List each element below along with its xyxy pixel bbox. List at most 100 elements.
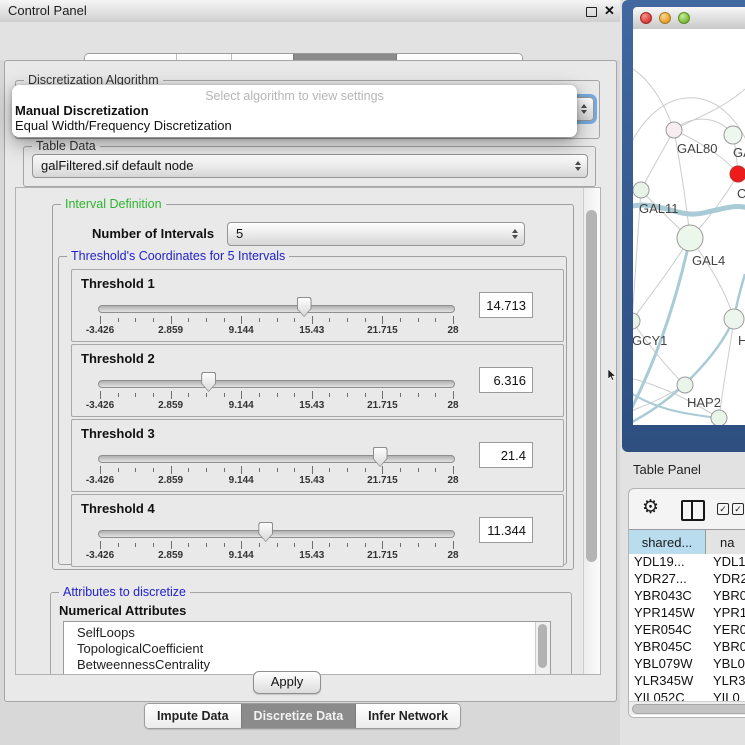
tab-label: Discretize Data [254, 709, 344, 723]
table-cell: YDL1 [706, 554, 745, 571]
tab-impute-data[interactable]: Impute Data [145, 704, 241, 728]
table-row[interactable]: YLR345WYLR3 [629, 673, 745, 690]
dropdown-option-equal-width-frequency-discretization[interactable]: Equal Width/Frequency Discretization [15, 118, 232, 133]
number-of-intervals-combobox[interactable]: 5 [227, 222, 525, 246]
nodes [633, 122, 745, 425]
table-cell: YBR0 [706, 639, 745, 656]
scrollbar-thumb[interactable] [586, 210, 597, 562]
node-red[interactable] [730, 166, 745, 182]
node-partial-bottom[interactable] [711, 410, 727, 425]
tab-infer-network[interactable]: Infer Network [355, 704, 460, 728]
network-graph: GAL80 GA C GAL11 GAL4 GCY1 H HAP2 [633, 29, 745, 425]
float-window-icon[interactable] [586, 7, 597, 17]
tab-discretize-data[interactable]: Discretize Data [241, 704, 356, 728]
table-toolbar: ⚙ ✓ ✓ [629, 489, 745, 529]
slider-thumb[interactable] [201, 372, 216, 392]
apply-button[interactable]: Apply [253, 671, 321, 694]
table-cell: YDR2 [706, 571, 745, 588]
threshold-value-field[interactable]: 14.713 [479, 292, 533, 318]
minimize-traffic-light-icon[interactable] [659, 12, 671, 24]
tick-label: 9.144 [229, 325, 254, 336]
network-canvas[interactable]: GAL80 GA C GAL11 GAL4 GCY1 H HAP2 [633, 29, 745, 425]
slider-tick-labels: -3.4262.8599.14415.4321.71528 [100, 325, 453, 337]
table-body: YDL19...YDL1YDR27...YDR2YBR043CYBR0YPR14… [629, 554, 745, 717]
checkbox-icon[interactable]: ✓ [717, 503, 729, 515]
table-row[interactable]: YPR145WYPR1 [629, 605, 745, 622]
threshold-slider[interactable]: -3.4262.8599.14415.4321.71528 [98, 296, 455, 338]
table-row[interactable]: YBL079WYBL0 [629, 656, 745, 673]
node-hap2[interactable] [677, 377, 693, 393]
scrollbar-thumb[interactable] [632, 704, 745, 714]
slider-tick-labels: -3.4262.8599.14415.4321.71528 [100, 475, 453, 487]
table-row[interactable]: YDL19...YDL1 [629, 554, 745, 571]
slider-thumb[interactable] [373, 447, 388, 467]
list-scrollbar[interactable] [535, 622, 550, 675]
table-cell: YBR045C [629, 639, 706, 656]
panel-scrollbar[interactable] [583, 188, 600, 674]
threshold-slider[interactable]: -3.4262.8599.14415.4321.71528 [98, 371, 455, 413]
tick-label: 15.43 [299, 400, 324, 411]
threshold-value-field[interactable]: 6.316 [479, 367, 533, 393]
table-row[interactable]: YBR043CYBR0 [629, 588, 745, 605]
node-gcy1[interactable] [633, 313, 640, 329]
column-header-name[interactable]: na [706, 530, 745, 554]
table-header: shared... na [629, 529, 745, 555]
node-gal80[interactable] [666, 122, 682, 138]
tick-label: -3.426 [86, 400, 114, 411]
table-panel: ⚙ ✓ ✓ shared... na YDL19...YDL1YDR27...Y… [628, 488, 745, 718]
tick-label: 21.715 [367, 550, 398, 561]
scrollbar-thumb[interactable] [538, 624, 547, 668]
column-view-icon[interactable] [681, 500, 705, 521]
dropdown-option-manual-discretization[interactable]: Manual Discretization [15, 103, 149, 118]
network-window-titlebar[interactable] [633, 7, 745, 30]
combo-arrows-icon [512, 229, 518, 239]
threshold-box-1: Threshold 1-3.4262.8599.14415.4321.71528… [71, 269, 564, 342]
bottom-tabs: Impute Data Discretize Data Infer Network [144, 703, 461, 729]
tick-label: -3.426 [86, 325, 114, 336]
zoom-traffic-light-icon[interactable] [678, 12, 690, 24]
horizontal-scrollbar[interactable] [629, 701, 745, 715]
tick-label: 9.144 [229, 550, 254, 561]
node-h[interactable] [724, 309, 744, 329]
table-cell: YDR27... [629, 571, 706, 588]
table-cell: YER0 [706, 622, 745, 639]
group-label: Table Data [32, 139, 100, 153]
table-row[interactable]: YBR045CYBR0 [629, 639, 745, 656]
node-gal11[interactable] [633, 182, 649, 198]
tick-label: 9.144 [229, 475, 254, 486]
numerical-attributes-list[interactable]: SelfLoopsTopologicalCoefficientBetweenne… [63, 621, 551, 675]
tick-label: 15.43 [299, 475, 324, 486]
table-row[interactable]: YDR27...YDR2 [629, 571, 745, 588]
threshold-box-3: Threshold 3-3.4262.8599.14415.4321.71528… [71, 419, 564, 492]
threshold-title: Threshold 3 [81, 426, 155, 441]
close-traffic-light-icon[interactable] [640, 12, 652, 24]
slider-thumb[interactable] [297, 297, 312, 317]
threshold-coordinates-group: Threshold's Coordinates for 5 Intervals … [58, 256, 567, 565]
table-data-combobox[interactable]: galFiltered.sif default node [32, 154, 588, 178]
tick-label: 21.715 [367, 475, 398, 486]
list-item[interactable]: TopologicalCoefficient [64, 641, 550, 657]
numerical-attributes-label: Numerical Attributes [59, 603, 186, 618]
table-cell: YBR043C [629, 588, 706, 605]
table-cell: YBL079W [629, 656, 706, 673]
list-item[interactable]: SelfLoops [64, 625, 550, 641]
attributes-group: Attributes to discretize Numerical Attri… [50, 592, 572, 675]
table-cell: YDL19... [629, 554, 706, 571]
threshold-value-field[interactable]: 11.344 [479, 517, 533, 543]
node-partial-g[interactable] [724, 126, 742, 144]
checkbox-icon[interactable]: ✓ [732, 503, 744, 515]
table-row[interactable]: YER054CYER0 [629, 622, 745, 639]
threshold-value-field[interactable]: 21.4 [479, 442, 533, 468]
close-icon[interactable]: ✕ [604, 3, 615, 19]
threshold-title: Threshold 2 [81, 351, 155, 366]
slider-thumb[interactable] [258, 522, 273, 542]
table-cell: YER054C [629, 622, 706, 639]
screen: Control Panel ✕ NetworkStyleSelectCyni T… [0, 0, 745, 745]
threshold-slider[interactable]: -3.4262.8599.14415.4321.71528 [98, 446, 455, 488]
threshold-slider[interactable]: -3.4262.8599.14415.4321.71528 [98, 521, 455, 563]
gear-icon[interactable]: ⚙ [642, 496, 659, 519]
combo-arrows-icon [575, 161, 581, 171]
node-gal4[interactable] [677, 225, 703, 251]
column-header-shared-name[interactable]: shared... [629, 530, 706, 554]
slider-ticks [100, 315, 453, 325]
